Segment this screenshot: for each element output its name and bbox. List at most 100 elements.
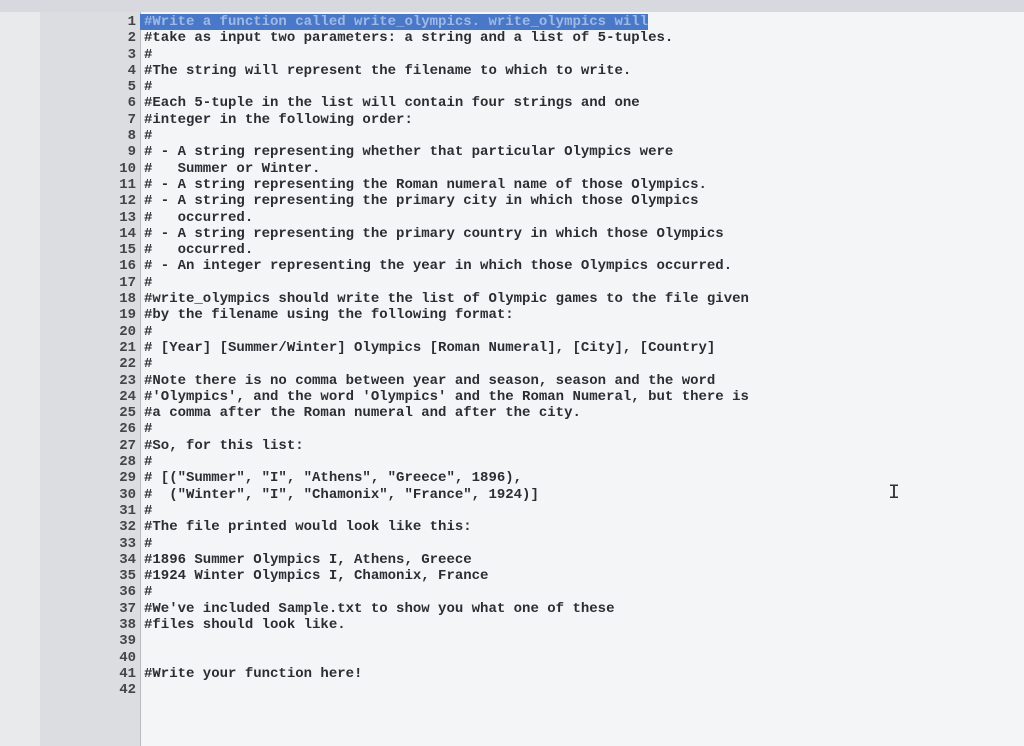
line-text[interactable]: #write_olympics should write the list of… (140, 291, 749, 307)
line-text[interactable]: #Write your function here! (140, 666, 362, 682)
line-text[interactable]: # [Year] [Summer/Winter] Olympics [Roman… (140, 340, 715, 356)
code-lines[interactable]: 1 #Write a function called write_olympics… (40, 14, 1024, 698)
code-line[interactable]: 18 #write_olympics should write the list … (40, 291, 1024, 307)
line-text[interactable]: #Each 5-tuple in the list will contain f… (140, 95, 640, 111)
line-text[interactable]: #The file printed would look like this: (140, 519, 472, 535)
code-line[interactable]: 8 # (40, 128, 1024, 144)
code-line[interactable]: 42 (40, 682, 1024, 698)
line-text[interactable]: # - A string representing whether that p… (140, 144, 673, 160)
line-number: 28 (119, 454, 136, 471)
code-line[interactable]: 21 # [Year] [Summer/Winter] Olympics [Rom… (40, 340, 1024, 356)
line-number: 23 (119, 372, 136, 389)
line-text[interactable]: # ("Winter", "I", "Chamonix", "France", … (140, 487, 539, 503)
code-line[interactable]: 22 # (40, 356, 1024, 372)
line-text[interactable]: # (140, 324, 152, 340)
code-line[interactable]: 13 # occurred. (40, 210, 1024, 226)
code-line[interactable]: 25 #a comma after the Roman numeral and a… (40, 405, 1024, 421)
line-text[interactable]: # (140, 454, 152, 470)
code-line[interactable]: 3 # (40, 47, 1024, 63)
code-line[interactable]: 39 (40, 633, 1024, 649)
code-line[interactable]: 9 # - A string representing whether that … (40, 144, 1024, 160)
line-text[interactable] (140, 633, 144, 649)
line-text[interactable]: #1924 Winter Olympics I, Chamonix, Franc… (140, 568, 488, 584)
line-text[interactable]: #Write a function called write_olympics.… (140, 14, 649, 31)
code-line[interactable]: 14 # - A string representing the primary … (40, 226, 1024, 242)
code-line[interactable]: 26 # (40, 421, 1024, 437)
code-line[interactable]: 32 #The file printed would look like this… (40, 519, 1024, 535)
line-text[interactable]: #We've included Sample.txt to show you w… (140, 601, 614, 617)
code-line[interactable]: 36 # (40, 584, 1024, 600)
line-text[interactable]: #1896 Summer Olympics I, Athens, Greece (140, 552, 472, 568)
window-top-bar (0, 0, 1024, 12)
line-text[interactable]: #The string will represent the filename … (140, 63, 631, 79)
code-line[interactable]: 6 #Each 5-tuple in the list will contain … (40, 95, 1024, 111)
line-number: 6 (127, 95, 136, 112)
line-number: 18 (119, 291, 136, 308)
line-text[interactable]: # - A string representing the Roman nume… (140, 177, 707, 193)
code-line[interactable]: 38 #files should look like. (40, 617, 1024, 633)
code-line[interactable]: 4 #The string will represent the filename… (40, 63, 1024, 79)
code-line[interactable]: 5 # (40, 79, 1024, 95)
code-line[interactable]: 16 # - An integer representing the year i… (40, 258, 1024, 274)
line-text[interactable]: # (140, 356, 152, 372)
line-number: 26 (119, 421, 136, 438)
line-text[interactable]: # [("Summer", "I", "Athens", "Greece", 1… (140, 470, 522, 486)
line-text[interactable]: # (140, 79, 152, 95)
code-line[interactable]: 35 #1924 Winter Olympics I, Chamonix, Fra… (40, 568, 1024, 584)
line-text[interactable]: #integer in the following order: (140, 112, 413, 128)
code-line[interactable]: 20 # (40, 324, 1024, 340)
line-text[interactable]: # - An integer representing the year in … (140, 258, 732, 274)
line-text[interactable]: #a comma after the Roman numeral and aft… (140, 405, 581, 421)
line-number: 25 (119, 405, 136, 422)
code-line[interactable]: 28 # (40, 454, 1024, 470)
line-number: 20 (119, 323, 136, 340)
code-line[interactable]: 1 #Write a function called write_olympics… (40, 14, 1024, 31)
line-text[interactable]: #'Olympics', and the word 'Olympics' and… (140, 389, 749, 405)
code-line[interactable]: 2 #take as input two parameters: a string… (40, 30, 1024, 46)
code-line[interactable]: 12 # - A string representing the primary … (40, 193, 1024, 209)
line-number: 30 (119, 486, 136, 503)
code-line[interactable]: 34 #1896 Summer Olympics I, Athens, Greec… (40, 552, 1024, 568)
line-text[interactable]: # - A string representing the primary ci… (140, 193, 699, 209)
code-line[interactable]: 30 # ("Winter", "I", "Chamonix", "France"… (40, 487, 1024, 503)
line-text[interactable]: # (140, 47, 152, 63)
line-number: 32 (119, 519, 136, 536)
line-text[interactable] (140, 682, 144, 698)
line-text[interactable]: # (140, 421, 152, 437)
line-number: 2 (127, 30, 136, 47)
code-line[interactable]: 27 #So, for this list: (40, 438, 1024, 454)
line-text[interactable]: #Note there is no comma between year and… (140, 373, 715, 389)
code-line[interactable]: 15 # occurred. (40, 242, 1024, 258)
code-line[interactable]: 33 # (40, 536, 1024, 552)
code-line[interactable]: 7 #integer in the following order: (40, 112, 1024, 128)
code-line[interactable]: 19 #by the filename using the following f… (40, 307, 1024, 323)
line-text[interactable]: # - A string representing the primary co… (140, 226, 724, 242)
code-editor[interactable]: 1 #Write a function called write_olympics… (40, 12, 1024, 746)
line-text[interactable]: #So, for this list: (140, 438, 304, 454)
line-text[interactable]: # (140, 128, 152, 144)
line-text[interactable]: #by the filename using the following for… (140, 307, 514, 323)
line-text[interactable]: # (140, 584, 152, 600)
line-text[interactable]: # (140, 275, 152, 291)
code-line[interactable]: 40 (40, 650, 1024, 666)
code-line[interactable]: 11 # - A string representing the Roman nu… (40, 177, 1024, 193)
line-text[interactable] (140, 650, 144, 666)
text-cursor-icon: I (888, 482, 901, 505)
code-line[interactable]: 41 #Write your function here! (40, 666, 1024, 682)
line-text[interactable]: #take as input two parameters: a string … (140, 30, 673, 46)
line-text[interactable]: # occurred. (140, 242, 253, 258)
line-text[interactable]: # Summer or Winter. (140, 161, 320, 177)
code-line[interactable]: 37 #We've included Sample.txt to show you… (40, 601, 1024, 617)
line-text[interactable]: # (140, 503, 152, 519)
line-number: 8 (127, 128, 136, 145)
code-line[interactable]: 24 #'Olympics', and the word 'Olympics' a… (40, 389, 1024, 405)
line-number: 15 (119, 242, 136, 259)
line-text[interactable]: # (140, 536, 152, 552)
code-line[interactable]: 10 # Summer or Winter. (40, 161, 1024, 177)
code-line[interactable]: 17 # (40, 275, 1024, 291)
line-text[interactable]: #files should look like. (140, 617, 346, 633)
code-line[interactable]: 23 #Note there is no comma between year a… (40, 373, 1024, 389)
code-line[interactable]: 31 # (40, 503, 1024, 519)
code-line[interactable]: 29 # [("Summer", "I", "Athens", "Greece",… (40, 470, 1024, 486)
line-text[interactable]: # occurred. (140, 210, 253, 226)
